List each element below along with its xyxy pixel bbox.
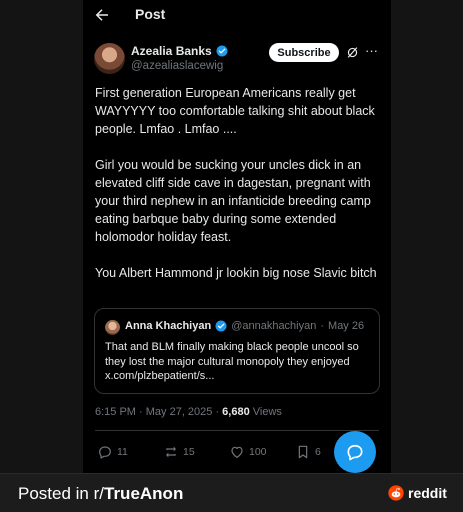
reply-count: 11 (117, 446, 128, 458)
author-handle[interactable]: @azealiaslacewig (131, 60, 223, 72)
compose-reply-button[interactable] (334, 431, 376, 473)
bookmark-icon (298, 445, 308, 459)
reddit-logo: reddit (388, 485, 447, 501)
post-panel: Post Azealia Banks @azealiaslacewig Subs… (83, 0, 391, 473)
quoted-author-row: Anna Khachiyan @annakhachiyan · May 26 (125, 320, 364, 332)
subscribe-button[interactable]: Subscribe (269, 43, 339, 62)
top-bar: Post (83, 0, 391, 30)
bookmark-count: 6 (315, 446, 321, 458)
heart-icon (231, 446, 243, 458)
divider (95, 430, 379, 431)
reply-button[interactable]: 11 (97, 444, 128, 460)
tweet-paragraph: You Albert Hammond jr lookin big nose Sl… (95, 266, 377, 280)
chat-bubble-icon (347, 444, 363, 461)
reddit-wordmark: reddit (408, 485, 447, 501)
post-timestamp[interactable]: 6:15 PM · May 27, 2025 · (95, 406, 222, 418)
like-button[interactable]: 100 (229, 444, 267, 460)
quoted-tweet-card[interactable]: Anna Khachiyan @annakhachiyan · May 26 T… (94, 308, 380, 394)
quoted-author-avatar (105, 320, 120, 335)
views-count: 6,680 (222, 406, 250, 418)
author-avatar[interactable] (94, 43, 125, 74)
tweet-paragraph: Girl you would be sucking your uncles di… (95, 158, 371, 244)
arrow-left-icon[interactable] (93, 6, 111, 24)
grok-icon[interactable] (346, 46, 359, 59)
reply-icon (99, 446, 111, 459)
verified-badge-icon (215, 320, 227, 332)
quoted-author-handle: @annakhachiyan (231, 320, 317, 332)
author-name[interactable]: Azealia Banks (131, 44, 212, 58)
quoted-author-name: Anna Khachiyan (125, 320, 212, 332)
post-meta: 6:15 PM · May 27, 2025 · 6,680 Views (95, 406, 282, 418)
repost-button[interactable]: 15 (163, 444, 195, 460)
dot-separator: · (320, 320, 325, 332)
tweet-text: First generation European Americans real… (95, 84, 387, 300)
reddit-footer: Posted in r/TrueAnon reddit (0, 473, 463, 512)
posted-in-label: Posted in r/TrueAnon (18, 484, 183, 504)
more-options-icon[interactable]: ··· (365, 43, 378, 58)
verified-badge-icon (216, 45, 228, 57)
views-label: Views (249, 406, 282, 418)
screenshot-area: Post Azealia Banks @azealiaslacewig Subs… (0, 0, 463, 473)
page-title: Post (135, 6, 166, 22)
reddit-snoo-icon (388, 485, 404, 501)
quoted-tweet-text: That and BLM finally making black people… (105, 341, 359, 382)
quoted-date: May 26 (328, 320, 365, 332)
author-name-row: Azealia Banks (131, 44, 228, 58)
repost-icon (166, 446, 176, 458)
tweet-paragraph: First generation European Americans real… (95, 86, 375, 136)
like-count: 100 (249, 446, 267, 458)
posted-prefix: Posted in r/ (18, 484, 104, 503)
bookmark-button[interactable]: 6 (295, 444, 321, 460)
repost-count: 15 (183, 446, 195, 458)
subreddit-name[interactable]: TrueAnon (104, 484, 183, 503)
